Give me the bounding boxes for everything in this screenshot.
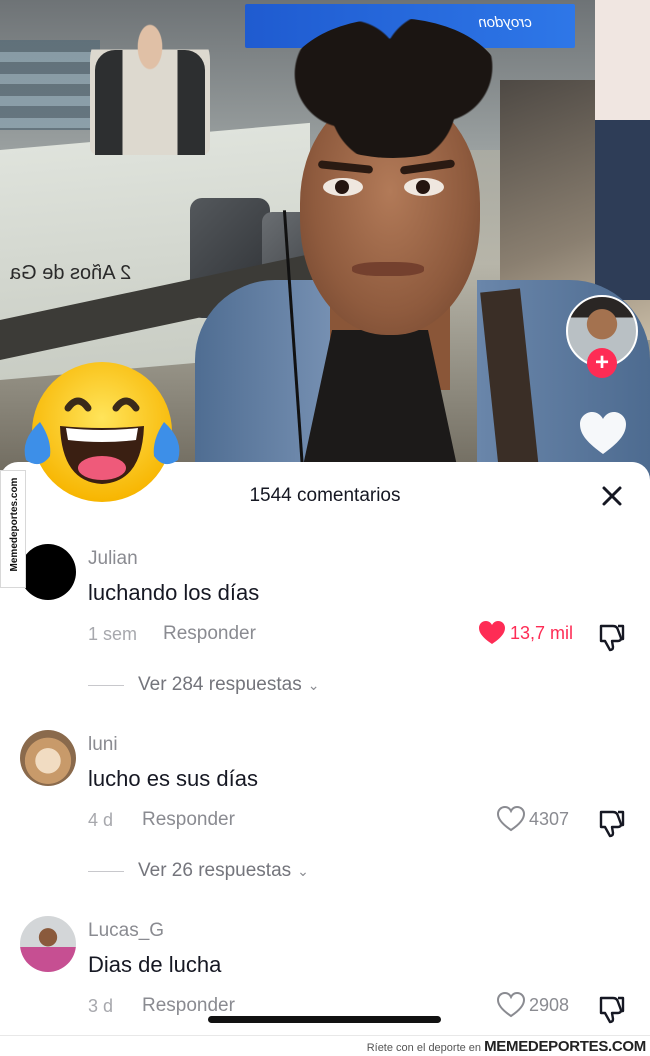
home-indicator[interactable] (208, 1016, 441, 1023)
heart-outline-icon (497, 992, 525, 1018)
divider-line (88, 870, 124, 872)
dislike-icon[interactable] (597, 622, 627, 652)
comment-timestamp: 3 d (88, 996, 114, 1016)
reply-button[interactable]: Responder (163, 623, 256, 645)
comment-text: Dias de lucha (88, 952, 222, 977)
dislike-icon[interactable] (597, 808, 627, 838)
side-watermark-text: Memedeportes.com (9, 477, 20, 572)
comment-username[interactable]: luni (88, 734, 118, 756)
side-watermark: Memedeportes.com (0, 470, 26, 588)
like-count: 13,7 mil (510, 622, 574, 643)
like-button[interactable]: 4307 (497, 806, 569, 832)
comment-text: lucho es sus días (88, 766, 258, 791)
heart-outline-icon (497, 806, 525, 832)
reply-button[interactable]: Responder (142, 809, 235, 831)
chevron-down-icon: ⌄ (307, 676, 320, 693)
subject-hair (282, 18, 504, 158)
close-icon[interactable] (596, 480, 628, 512)
avatar[interactable] (20, 916, 76, 972)
subject-eye (323, 178, 363, 196)
background-person (595, 0, 650, 300)
view-replies-label: Ver 26 respuestas (138, 860, 292, 881)
dislike-icon[interactable] (597, 994, 627, 1024)
footer-brand: MEMEDEPORTES.COM (484, 1038, 646, 1055)
avatar[interactable] (20, 544, 76, 600)
view-replies-button[interactable]: Ver 26 respuestas ⌄ (88, 860, 309, 882)
heart-icon[interactable] (578, 410, 628, 456)
comment-timestamp: 1 sem (88, 624, 138, 644)
like-button[interactable]: 2908 (497, 992, 569, 1018)
heart-filled-icon (479, 621, 505, 644)
store-shelves (0, 40, 100, 130)
comments-sheet: 1544 comentarios Julian luchando los día… (0, 462, 650, 1056)
laughing-tears-emoji-icon (24, 362, 180, 502)
background-person-jacket (95, 50, 205, 155)
advertisement-text: 2 Años de Ga (10, 262, 132, 284)
like-button[interactable]: 13,7 mil (478, 620, 573, 646)
follow-plus-icon[interactable]: + (587, 348, 617, 378)
avatar[interactable] (20, 730, 76, 786)
like-count: 4307 (529, 808, 570, 829)
divider-line (88, 684, 124, 686)
footer-tagline: Ríete con el deporte en (366, 1042, 482, 1054)
chevron-down-icon: ⌄ (297, 862, 309, 879)
view-replies-label: Ver 284 respuestas (138, 674, 302, 695)
like-count: 2908 (529, 994, 570, 1015)
subject-eye (404, 178, 444, 196)
comment-username[interactable]: Julian (88, 548, 138, 570)
comment-username[interactable]: Lucas_G (88, 920, 164, 942)
footer-text: Ríete con el deporte en MEMEDEPORTES.COM (366, 1038, 647, 1055)
comment-timestamp: 4 d (88, 810, 114, 830)
subject-mouth (352, 262, 424, 276)
comment-text: luchando los días (88, 580, 260, 605)
comment-item: luni lucho es sus días 4 d Responder 430… (0, 728, 650, 881)
view-replies-button[interactable]: Ver 284 respuestas ⌄ (88, 674, 319, 696)
reply-button[interactable]: Responder (142, 995, 235, 1017)
comment-item: Julian luchando los días 1 sem Responder… (0, 542, 650, 695)
footer-watermark: Ríete con el deporte en MEMEDEPORTES.COM (0, 1035, 650, 1056)
store-sign-text: croydon (478, 14, 532, 31)
